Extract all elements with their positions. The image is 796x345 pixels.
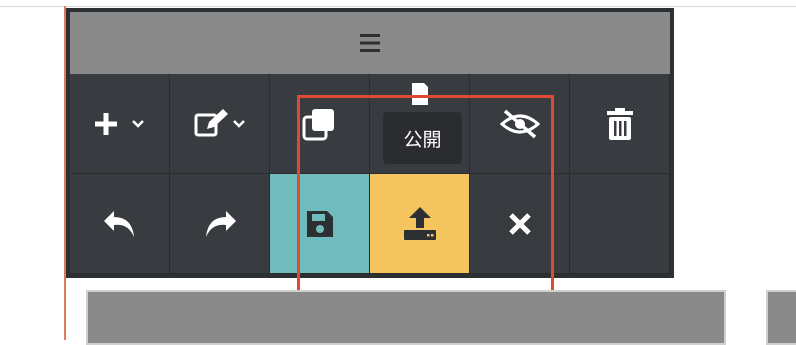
undo-icon <box>102 209 138 239</box>
duplicate-button[interactable] <box>270 74 370 174</box>
close-button[interactable] <box>470 174 570 274</box>
tooltip-text: 公開 <box>403 128 442 151</box>
publish-tooltip: 公開 <box>383 112 462 164</box>
save-icon <box>305 209 335 239</box>
add-dropdown-button[interactable] <box>70 74 170 174</box>
upload-icon <box>400 206 440 242</box>
hamburger-menu-icon <box>358 32 382 54</box>
redo-icon <box>202 209 238 239</box>
top-divider <box>0 6 796 7</box>
hide-button[interactable] <box>470 74 570 174</box>
plus-icon <box>94 112 129 135</box>
document-icon <box>410 81 430 107</box>
undo-button[interactable] <box>70 174 170 274</box>
publish-button[interactable] <box>370 174 470 274</box>
empty-cell <box>570 174 670 274</box>
side-panel <box>766 290 796 345</box>
close-icon <box>507 211 533 237</box>
edit-icon <box>194 108 230 139</box>
chevron-down-icon <box>232 119 246 129</box>
editor-toolbar <box>66 8 674 278</box>
content-panel <box>86 290 726 345</box>
eye-slash-icon <box>499 108 541 140</box>
save-button[interactable] <box>270 174 370 274</box>
toolbar-grid <box>70 74 670 274</box>
redo-button[interactable] <box>170 174 270 274</box>
trash-icon <box>605 107 635 141</box>
toolbar-drag-handle[interactable] <box>70 12 670 74</box>
chevron-down-icon <box>131 119 145 129</box>
copy-icon <box>302 107 338 141</box>
edit-dropdown-button[interactable] <box>170 74 270 174</box>
delete-button[interactable] <box>570 74 670 174</box>
